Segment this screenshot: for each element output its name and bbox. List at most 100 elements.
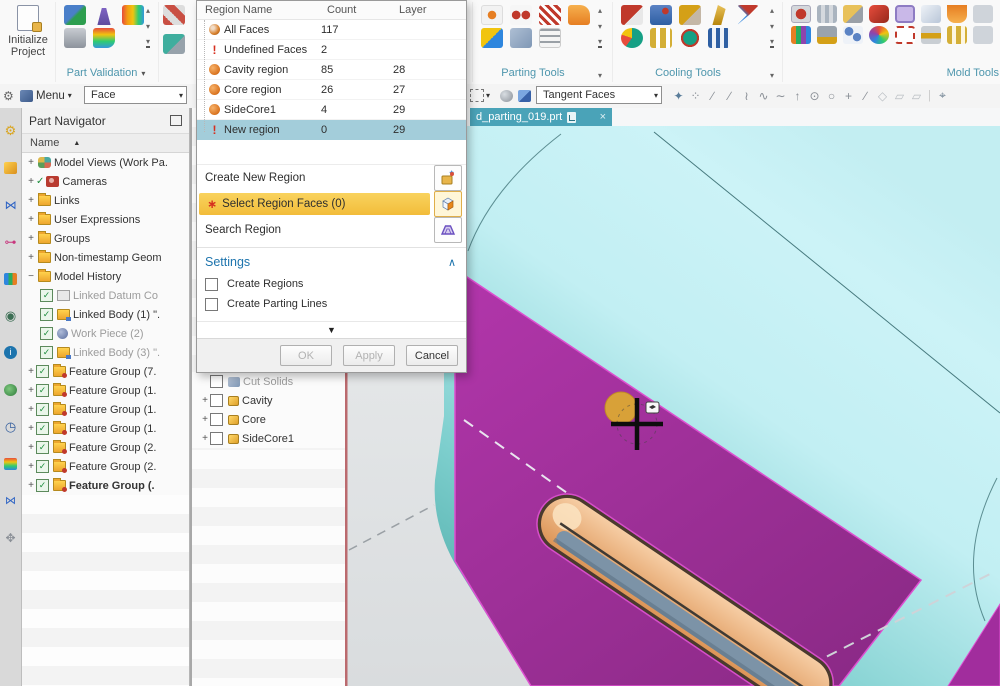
name-column-header[interactable]: Name ▲ bbox=[22, 133, 189, 153]
solid-body-filter-icon[interactable] bbox=[518, 86, 531, 105]
snap-circle-icon[interactable]: ○ bbox=[823, 89, 840, 103]
menu-button[interactable]: Menu ▾ bbox=[20, 86, 72, 105]
expander-icon[interactable]: + bbox=[200, 395, 210, 406]
object-marquee-icon[interactable] bbox=[895, 26, 915, 44]
checkbox-unchecked-icon[interactable] bbox=[210, 375, 223, 388]
cooling-standard-part-icon[interactable] bbox=[621, 5, 643, 25]
visual-reports-eye-icon[interactable]: ◉ bbox=[0, 297, 21, 334]
color-palette-icon[interactable] bbox=[869, 26, 889, 44]
cylinder-pair-icon[interactable] bbox=[947, 26, 967, 44]
reuse-library-icon[interactable] bbox=[0, 260, 21, 297]
touch-mode-icon[interactable]: ✥ bbox=[0, 519, 21, 556]
tree-item-work-piece[interactable]: ✓Work Piece (2) bbox=[22, 324, 189, 343]
tree-item-feature-group-1[interactable]: +✓Feature Group (7. bbox=[22, 362, 189, 381]
tree-item-sidecore1[interactable]: +SideCore1 bbox=[192, 429, 345, 448]
lock-faces-icon[interactable] bbox=[481, 28, 503, 48]
trim-mold-component-icon[interactable] bbox=[947, 5, 967, 23]
expander-icon[interactable]: + bbox=[26, 442, 36, 453]
checkbox-checked-icon[interactable]: ✓ bbox=[36, 384, 49, 397]
cooling-note-icon[interactable] bbox=[708, 5, 730, 25]
expander-icon[interactable]: + bbox=[26, 366, 36, 377]
snap-center-icon[interactable]: ⊙ bbox=[806, 89, 823, 103]
parting-surface-icon[interactable] bbox=[568, 5, 590, 25]
information-icon[interactable]: i bbox=[0, 334, 21, 371]
split-solid-icon[interactable] bbox=[869, 5, 889, 23]
edge-patch-icon[interactable] bbox=[817, 5, 837, 23]
region-row-cavity-region[interactable]: Cavity region 8528 bbox=[197, 60, 466, 80]
snap-slash-icon[interactable]: ∕ bbox=[857, 89, 874, 103]
create-new-region-button[interactable] bbox=[434, 165, 462, 191]
snap-spline-icon[interactable]: ∼ bbox=[772, 89, 789, 103]
surface-patch-icon[interactable] bbox=[895, 5, 915, 23]
more-options-icon[interactable]: ▼ bbox=[327, 325, 336, 335]
column-region-name[interactable]: Region Name bbox=[205, 4, 327, 16]
part-navigator-tab-icon[interactable]: ⊶ bbox=[0, 223, 21, 260]
tray-tool-icon[interactable] bbox=[921, 26, 941, 44]
mold-tool-partial-icon-2[interactable] bbox=[973, 26, 993, 44]
cancel-button[interactable]: Cancel bbox=[406, 345, 458, 366]
flag-faces-icon[interactable] bbox=[539, 5, 561, 25]
collapse-section-icon[interactable]: ∧ bbox=[448, 256, 456, 269]
cooling-baffle-icon[interactable] bbox=[650, 28, 672, 48]
checkbox-unchecked-icon[interactable] bbox=[205, 298, 218, 311]
scroll-end-icon[interactable]: ▾ bbox=[146, 38, 150, 48]
create-regions-option[interactable]: Create Regions bbox=[197, 274, 466, 294]
roles-gear-icon[interactable]: ⚙ bbox=[0, 112, 21, 149]
check-mold-flow-icon[interactable] bbox=[93, 5, 115, 25]
tree-item-model-history[interactable]: −Model History bbox=[22, 267, 189, 286]
tree-item-cameras[interactable]: +✓Cameras bbox=[22, 172, 189, 191]
sphere-filter-icon[interactable] bbox=[500, 86, 513, 105]
expander-icon[interactable]: + bbox=[26, 404, 36, 415]
tree-item-feature-group-6[interactable]: +✓Feature Group (2. bbox=[22, 457, 189, 476]
solid-patch-icon[interactable] bbox=[791, 5, 811, 23]
tree-item-feature-group-2[interactable]: +✓Feature Group (1. bbox=[22, 381, 189, 400]
expander-icon[interactable]: + bbox=[26, 480, 36, 491]
active-part-tab[interactable]: d_parting_019.prt × bbox=[470, 108, 612, 126]
snap-facet-icon[interactable]: ▱ bbox=[891, 89, 908, 103]
snap-endpoint-icon[interactable]: ∕ bbox=[704, 89, 721, 103]
tree-item-cavity[interactable]: +Cavity bbox=[192, 391, 345, 410]
cooling-circuit-icon[interactable] bbox=[621, 28, 643, 48]
color-pencil-icon[interactable] bbox=[0, 445, 21, 482]
region-row-all-faces[interactable]: All Faces 117 bbox=[197, 20, 466, 40]
settings-section-header[interactable]: Settings ∧ bbox=[197, 250, 466, 274]
pattern-tool-icon[interactable] bbox=[163, 5, 185, 25]
design-parting-surface-icon[interactable] bbox=[481, 5, 503, 25]
scroll-down-icon[interactable]: ▾ bbox=[770, 22, 774, 31]
scroll-up-icon[interactable]: ▴ bbox=[598, 6, 602, 15]
expander-icon[interactable]: + bbox=[26, 157, 36, 168]
snap-scatter-icon[interactable]: ⁘ bbox=[687, 89, 704, 103]
checkbox-checked-icon[interactable]: ✓ bbox=[40, 327, 53, 340]
feature-tree-icon[interactable] bbox=[791, 26, 811, 44]
history-clock-icon[interactable]: ◷ bbox=[0, 408, 21, 445]
checkbox-unchecked-icon[interactable] bbox=[210, 394, 223, 407]
copy-sheets-icon[interactable] bbox=[510, 28, 532, 48]
region-row-core-region[interactable]: Core region 2627 bbox=[197, 80, 466, 100]
checkbox-checked-icon[interactable]: ✓ bbox=[40, 346, 53, 359]
snap-point-icon[interactable]: ✦ bbox=[670, 89, 687, 103]
expander-icon[interactable]: + bbox=[26, 176, 36, 187]
checkbox-unchecked-icon[interactable] bbox=[205, 278, 218, 291]
checkbox-checked-icon[interactable]: ✓ bbox=[40, 289, 53, 302]
expander-icon[interactable]: + bbox=[26, 214, 36, 225]
tree-item-user-expressions[interactable]: +User Expressions bbox=[22, 210, 189, 229]
scroll-end-icon[interactable]: ▾ bbox=[770, 38, 774, 48]
extend-sheet-icon[interactable] bbox=[921, 5, 941, 23]
select-faces-button[interactable] bbox=[434, 191, 462, 217]
checkbox-checked-icon[interactable]: ✓ bbox=[36, 441, 49, 454]
tree-item-feature-group-4[interactable]: +✓Feature Group (1. bbox=[22, 419, 189, 438]
draft-analysis-icon[interactable] bbox=[93, 28, 115, 48]
cooling-connect-icon[interactable] bbox=[679, 28, 701, 48]
snap-midpoint-icon[interactable]: ∕ bbox=[721, 89, 738, 103]
tree-item-model-views[interactable]: +Model Views (Work Pa. bbox=[22, 153, 189, 172]
scroll-end-icon[interactable]: ▾ bbox=[598, 38, 602, 48]
tree-item-linked-body-1[interactable]: ✓Linked Body (1) ". bbox=[22, 305, 189, 324]
search-region-row[interactable]: Search Region bbox=[197, 217, 466, 243]
cooling-fitting-icon[interactable] bbox=[737, 5, 759, 25]
assembly-navigator-icon[interactable] bbox=[0, 149, 21, 186]
undock-panel-icon[interactable] bbox=[170, 115, 182, 126]
column-layer[interactable]: Layer bbox=[399, 4, 466, 16]
region-row-undefined-faces[interactable]: !Undefined Faces 2 bbox=[197, 40, 466, 60]
cooling-channel-icon[interactable] bbox=[708, 28, 730, 48]
expander-icon[interactable]: + bbox=[26, 423, 36, 434]
